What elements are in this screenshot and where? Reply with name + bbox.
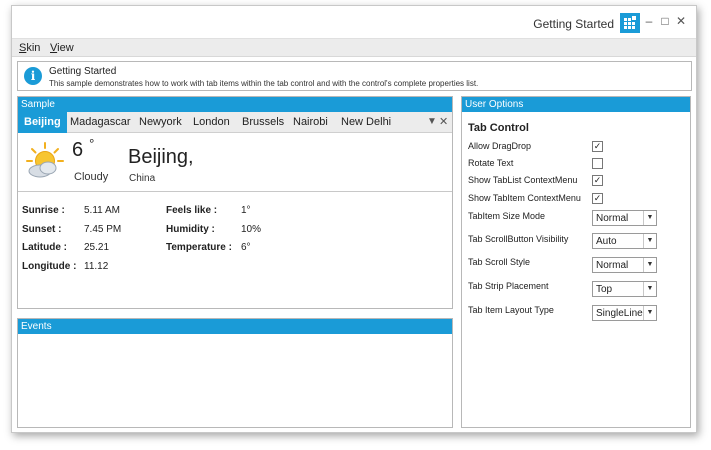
sample-panel: Sample Beijing Madagascar Newyork London… (17, 96, 453, 309)
tab-control-section-title: Tab Control (468, 122, 529, 134)
tab-new-delhi[interactable]: New Delhi (335, 112, 397, 133)
show-tabitem-contextmenu-label: Show TabItem ContextMenu (468, 193, 581, 203)
info-icon: i (24, 67, 42, 85)
sunrise-label: Sunrise : (22, 205, 65, 216)
tab-scroll-style-select[interactable]: Normal ▼ (592, 257, 657, 273)
sun-cloud-icon (26, 142, 64, 178)
tab-scroll-style-label: Tab Scroll Style (468, 257, 531, 267)
allow-dragdrop-label: Allow DragDrop (468, 141, 532, 151)
sample-panel-header: Sample (18, 97, 452, 112)
tab-strip: Beijing Madagascar Newyork London Brusse… (18, 112, 452, 133)
chevron-down-icon: ▼ (643, 258, 656, 272)
humidity-value: 10% (241, 224, 262, 235)
show-tablist-contextmenu-checkbox[interactable]: ✓ (592, 175, 603, 186)
skin-manager-icon[interactable] (620, 13, 640, 33)
user-options-header: User Options (462, 97, 690, 112)
sunset-label: Sunset : (22, 224, 62, 235)
menu-skin-rest: kin (26, 42, 41, 54)
events-panel: Events (17, 318, 453, 428)
rotate-text-checkbox[interactable] (592, 158, 603, 169)
rotate-text-label: Rotate Text (468, 158, 514, 168)
divider (18, 191, 452, 192)
tab-strip-placement-label: Tab Strip Placement (468, 281, 549, 291)
tab-newyork[interactable]: Newyork (133, 112, 188, 133)
tab-london[interactable]: London (187, 112, 236, 133)
sunrise-value: 5.11 AM (84, 205, 120, 216)
temperature-detail-value: 6° (241, 242, 251, 253)
longitude-label: Longitude : (22, 261, 77, 272)
info-banner: i Getting Started This sample demonstrat… (17, 61, 692, 91)
weather-condition: Cloudy (74, 171, 109, 183)
tab-item-layout-type-value: SingleLine (596, 308, 643, 319)
tab-nairobi[interactable]: Nairobi (287, 112, 334, 133)
latitude-value: 25.21 (84, 242, 110, 253)
country-name: China (129, 173, 156, 184)
tab-beijing[interactable]: Beijing (18, 112, 67, 133)
chevron-down-icon: ▼ (643, 211, 656, 225)
tabitem-size-mode-label: TabItem Size Mode (468, 211, 546, 221)
title-bar: Getting Started – □ ✕ (12, 6, 696, 38)
app-window: Getting Started – □ ✕ Skin View i Gettin… (11, 5, 697, 433)
user-options-panel: User Options Tab Control Allow DragDrop … (461, 96, 691, 428)
chevron-down-icon: ▼ (643, 282, 656, 296)
minimize-button[interactable]: – (642, 14, 656, 28)
latitude-label: Latitude : (22, 242, 67, 253)
temperature-label: Temperature : (166, 242, 232, 253)
allow-dragdrop-checkbox[interactable]: ✓ (592, 141, 603, 152)
show-tablist-contextmenu-label: Show TabList ContextMenu (468, 175, 578, 185)
temperature-display: 6 ° (72, 136, 95, 162)
tab-item-layout-type-select[interactable]: SingleLine ▼ (592, 305, 657, 321)
tab-scrollbutton-visibility-value: Auto (596, 236, 617, 247)
maximize-button[interactable]: □ (658, 14, 672, 28)
tab-scrollbutton-visibility-select[interactable]: Auto ▼ (592, 233, 657, 249)
tab-close-icon[interactable]: ✕ (439, 115, 448, 128)
tab-scroll-style-value: Normal (596, 260, 629, 271)
close-button[interactable]: ✕ (674, 14, 688, 28)
feels-like-label: Feels like : (166, 205, 218, 216)
info-title: Getting Started (49, 66, 117, 77)
tabitem-size-mode-value: Normal (596, 213, 629, 224)
info-description: This sample demonstrates how to work wit… (49, 79, 479, 88)
window-title: Getting Started (533, 17, 614, 31)
tabitem-size-mode-select[interactable]: Normal ▼ (592, 210, 657, 226)
menu-skin[interactable]: Skin (19, 42, 40, 54)
show-tabitem-contextmenu-checkbox[interactable]: ✓ (592, 193, 603, 204)
events-panel-header: Events (18, 319, 452, 334)
humidity-label: Humidity : (166, 224, 215, 235)
chevron-down-icon: ▼ (643, 306, 656, 320)
longitude-value: 11.12 (84, 261, 109, 272)
degree-symbol: ° (89, 136, 95, 151)
tab-strip-placement-value: Top (596, 284, 613, 295)
tab-madagascar[interactable]: Madagascar (64, 112, 137, 133)
menu-view-rest: iew (57, 42, 74, 54)
chevron-down-icon: ▼ (643, 234, 656, 248)
menu-view[interactable]: View (50, 42, 74, 54)
feels-like-value: 1° (241, 205, 251, 216)
city-name: Beijing, (128, 146, 194, 168)
tab-strip-placement-select[interactable]: Top ▼ (592, 281, 657, 297)
tab-brussels[interactable]: Brussels (236, 112, 290, 133)
menu-bar: Skin View (12, 38, 696, 57)
tab-scrollbutton-visibility-label: Tab ScrollButton Visibility (468, 234, 569, 244)
temperature-value: 6 (72, 139, 84, 161)
tab-item-layout-type-label: Tab Item Layout Type (468, 305, 554, 315)
sunset-value: 7.45 PM (84, 224, 122, 235)
tab-list-dropdown-icon[interactable]: ▼ (427, 116, 437, 127)
